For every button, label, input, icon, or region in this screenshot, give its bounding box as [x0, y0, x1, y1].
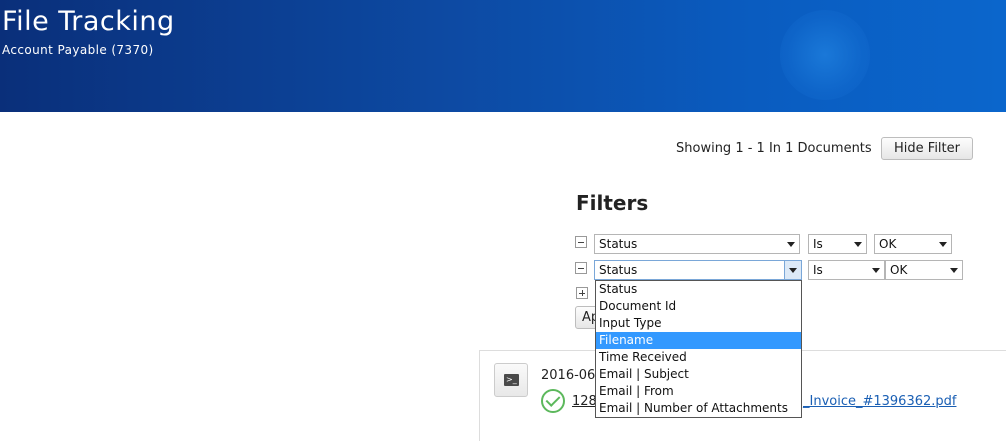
- dropdown-option-document-id[interactable]: Document Id: [596, 298, 801, 315]
- filter-row-1-value-select[interactable]: OK: [874, 234, 952, 254]
- dropdown-option-status[interactable]: Status: [596, 281, 801, 298]
- header-decoration: [780, 10, 870, 100]
- filename-link[interactable]: _Invoice_#1396362.pdf: [803, 394, 956, 409]
- status-ok-icon: [541, 389, 565, 413]
- filters-heading: Filters: [576, 191, 649, 215]
- filter-row-2-operator-value: Is: [813, 263, 823, 277]
- chevron-down-icon: [787, 242, 795, 247]
- dropdown-option-time-received[interactable]: Time Received: [596, 349, 801, 366]
- filter-row-1-field-select[interactable]: Status: [594, 234, 800, 254]
- result-count-text: Showing 1 - 1 In 1 Documents: [676, 141, 872, 156]
- view-log-button[interactable]: >_: [494, 363, 528, 397]
- filter-row-1-value-value: OK: [879, 237, 897, 251]
- chevron-down-icon: [872, 268, 880, 273]
- page-header: File Tracking Account Payable (7370): [0, 0, 1006, 112]
- hide-filter-button[interactable]: Hide Filter: [881, 137, 973, 160]
- dropdown-option-email-subject[interactable]: Email | Subject: [596, 366, 801, 383]
- terminal-icon: >_: [504, 374, 519, 386]
- filter-row-1-operator-select[interactable]: Is: [808, 234, 867, 254]
- page-subtitle: Account Payable (7370): [2, 43, 154, 57]
- filter-row-1-field-value: Status: [599, 237, 638, 251]
- dropdown-option-input-type[interactable]: Input Type: [596, 315, 801, 332]
- filter-row-1-operator-value: Is: [813, 237, 823, 251]
- chevron-down-icon: [939, 242, 947, 247]
- filter-row-2-field-select[interactable]: Status: [594, 260, 802, 280]
- chevron-down-icon[interactable]: [784, 261, 801, 279]
- field-dropdown-list: Status Document Id Input Type Filename T…: [595, 280, 802, 418]
- filter-row-2-value-value: OK: [890, 263, 908, 277]
- document-id-link[interactable]: 128: [572, 394, 597, 409]
- add-filter-row-icon[interactable]: [576, 287, 588, 299]
- remove-filter-row-2-icon[interactable]: [575, 262, 587, 274]
- filter-row-2-operator-select[interactable]: Is: [808, 260, 885, 280]
- filter-row-2-field-value: Status: [599, 263, 638, 277]
- dropdown-option-filename[interactable]: Filename: [596, 332, 801, 349]
- filter-row-2-value-select[interactable]: OK: [885, 260, 963, 280]
- dropdown-option-email-attachments[interactable]: Email | Number of Attachments: [596, 400, 801, 417]
- page-title: File Tracking: [2, 6, 175, 37]
- chevron-down-icon: [854, 242, 862, 247]
- dropdown-option-email-from[interactable]: Email | From: [596, 383, 801, 400]
- remove-filter-row-1-icon[interactable]: [575, 236, 587, 248]
- chevron-down-icon: [950, 268, 958, 273]
